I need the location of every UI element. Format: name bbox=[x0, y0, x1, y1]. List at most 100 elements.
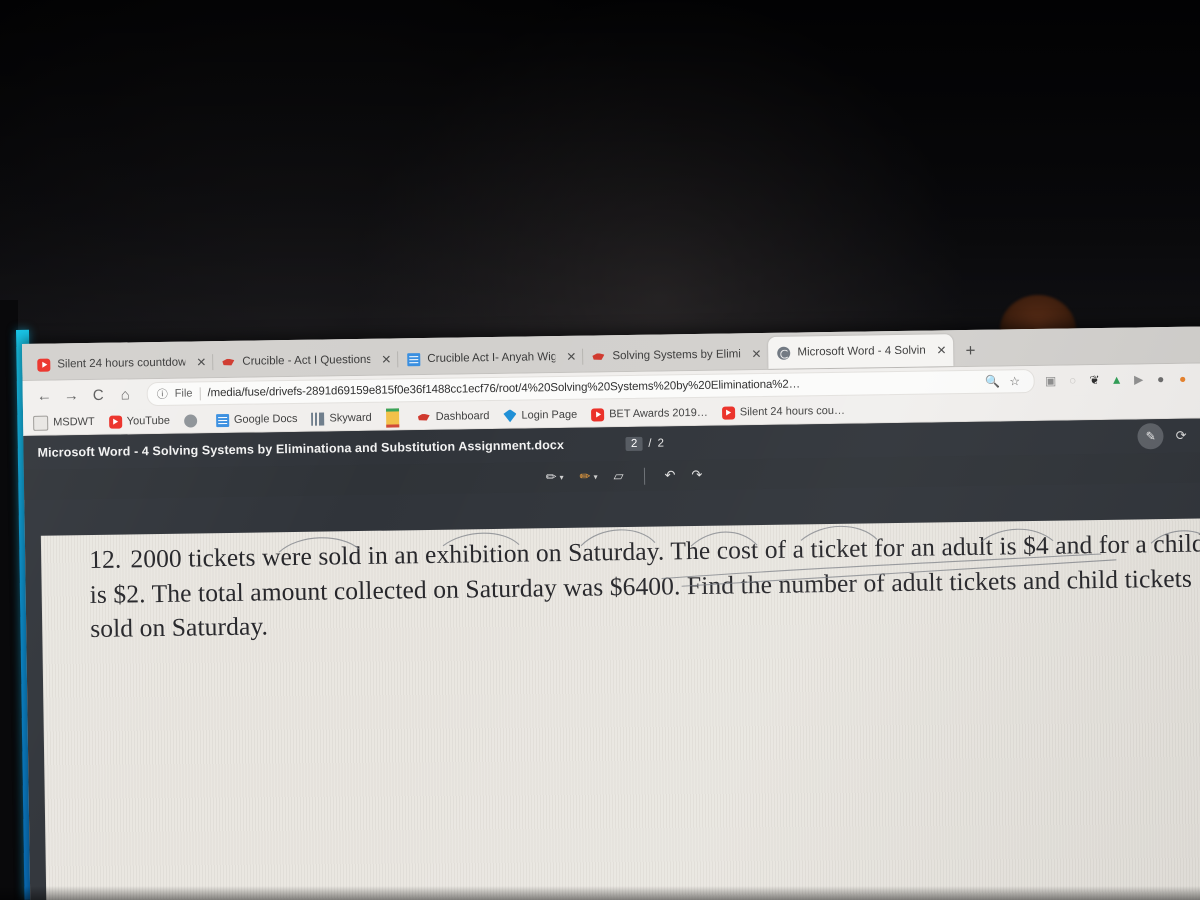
bookmark-label: YouTube bbox=[126, 414, 171, 428]
clever-icon bbox=[503, 409, 516, 422]
bookmark-silent-24-hours[interactable]: Silent 24 hours cou… bbox=[721, 404, 846, 420]
document-page[interactable]: 12. 2000 tickets were sold in an exhibiti… bbox=[40, 518, 1200, 900]
laptop-bezel-dark-edge bbox=[0, 300, 18, 900]
youtube-icon bbox=[108, 415, 122, 429]
tab-close-icon[interactable]: ✕ bbox=[936, 343, 946, 357]
bookmark-globe[interactable] bbox=[183, 413, 202, 428]
document-viewer: Microsoft Word - 4 Solving Systems by El… bbox=[23, 418, 1200, 900]
google-drive-icon[interactable]: ▲ bbox=[1107, 373, 1127, 387]
bookmark-dashboard[interactable]: Dashboard bbox=[418, 410, 490, 424]
page-indicator: 2 / 2 bbox=[625, 436, 665, 452]
quizizz-icon bbox=[222, 355, 235, 368]
laptop-screen: Silent 24 hours countdown tim ✕ Crucible… bbox=[22, 326, 1200, 900]
undo-icon: ↶ bbox=[664, 467, 676, 483]
omnibox-actions: 🔍 ☆ bbox=[977, 374, 1025, 389]
url-text: /media/fuse/drivefs-2891d69159e815f0e36f… bbox=[207, 378, 801, 400]
ixl-icon bbox=[385, 407, 399, 428]
cloud-outline-extension-icon[interactable]: ○ bbox=[1063, 373, 1083, 387]
bookmark-label: Login Page bbox=[521, 408, 578, 422]
bookmark-youtube[interactable]: YouTube bbox=[108, 414, 171, 429]
tab-title: Solving Systems by Elimination bbox=[612, 348, 741, 363]
highlighter-tool[interactable]: ✏ ▾ bbox=[580, 468, 598, 484]
undo-button[interactable]: ↶ bbox=[664, 467, 675, 483]
youtube-icon bbox=[37, 358, 51, 372]
photo-of-laptop-screen: Silent 24 hours countdown tim ✕ Crucible… bbox=[0, 0, 1200, 900]
tab-close-icon[interactable]: ✕ bbox=[751, 347, 761, 361]
redo-button[interactable]: ↷ bbox=[691, 467, 702, 483]
page-info-icon[interactable]: ⓘ bbox=[157, 386, 168, 402]
pen-icon: ✏ bbox=[545, 469, 557, 485]
pen-tool[interactable]: ✏ ▾ bbox=[546, 469, 564, 485]
profile-avatar-extension-icon[interactable]: ▣ bbox=[1041, 374, 1061, 388]
dark-square-extension-icon[interactable]: ■ bbox=[1195, 371, 1200, 385]
forward-icon[interactable]: → bbox=[58, 387, 85, 404]
highlighter-icon: ✏ bbox=[579, 468, 591, 484]
bookmark-msdwt[interactable]: MSDWT bbox=[33, 414, 95, 431]
reload-icon[interactable]: C bbox=[85, 386, 112, 403]
google-docs-icon bbox=[407, 352, 421, 366]
document-title: Microsoft Word - 4 Solving Systems by El… bbox=[37, 437, 565, 460]
tab-crucible-act-i-questions[interactable]: Crucible - Act I Questions ✕ bbox=[213, 344, 399, 377]
bookmark-skyward[interactable]: Skyward bbox=[311, 411, 372, 426]
viewer-action-buttons: ✎ ⟳ ⬇ bbox=[1137, 422, 1200, 450]
new-tab-button[interactable]: + bbox=[953, 336, 987, 367]
omnibox-divider bbox=[199, 386, 201, 400]
annotate-button[interactable]: ✎ bbox=[1137, 423, 1164, 450]
tab-silent-countdown[interactable]: Silent 24 hours countdown tim ✕ bbox=[28, 347, 214, 380]
youtube-icon bbox=[721, 405, 735, 420]
youtube-icon bbox=[591, 407, 605, 422]
bookmark-label: Silent 24 hours cou… bbox=[739, 404, 846, 419]
question-text: 2000 tickets were sold in an exhibition … bbox=[89, 528, 1200, 644]
bookmark-label: MSDWT bbox=[53, 415, 95, 429]
skyward-icon bbox=[311, 412, 325, 426]
quizizz-icon bbox=[418, 410, 431, 423]
bookmark-label: Google Docs bbox=[233, 412, 298, 426]
bookmark-label: Skyward bbox=[329, 411, 372, 425]
tab-solving-systems-by-elimination[interactable]: Solving Systems by Elimination ✕ bbox=[583, 339, 768, 372]
tab-title: Crucible Act I- Anyah Wiggins bbox=[427, 351, 556, 365]
bookmark-label: BET Awards 2019… bbox=[609, 406, 708, 421]
redo-icon: ↷ bbox=[691, 466, 703, 483]
google-docs-icon bbox=[215, 413, 230, 427]
toolbar-divider bbox=[643, 467, 645, 485]
tab-title: Silent 24 hours countdown tim bbox=[57, 356, 186, 371]
tab-crucible-act-i-anyah-wiggins[interactable]: Crucible Act I- Anyah Wiggins ✕ bbox=[398, 342, 584, 375]
bookmark-google-docs[interactable]: Google Docs bbox=[215, 412, 298, 427]
globe-icon bbox=[183, 413, 198, 428]
tab-microsoft-word-viewer[interactable]: Microsoft Word - 4 Solving Sys ✕ bbox=[768, 334, 954, 369]
home-icon[interactable]: ⌂ bbox=[112, 386, 139, 403]
quizizz-icon bbox=[592, 350, 605, 363]
back-icon[interactable]: ← bbox=[31, 387, 58, 404]
bookmark-bet-awards[interactable]: BET Awards 2019… bbox=[591, 406, 708, 422]
colored-extension-icon[interactable]: ● bbox=[1173, 372, 1193, 386]
current-page-input[interactable]: 2 bbox=[625, 436, 643, 452]
screencast-extension-icon[interactable]: ▶ bbox=[1129, 372, 1149, 386]
ambient-room-glow bbox=[0, 0, 1200, 360]
eraser-icon: ▱ bbox=[613, 468, 624, 484]
chevron-down-icon[interactable]: ▾ bbox=[593, 472, 597, 481]
folder-icon bbox=[33, 415, 49, 431]
microsoft-word-viewer-icon bbox=[777, 346, 791, 360]
tab-title: Microsoft Word - 4 Solving Sys bbox=[797, 344, 926, 359]
bookmark-star-icon[interactable]: ☆ bbox=[1005, 374, 1025, 388]
tab-close-icon[interactable]: ✕ bbox=[196, 355, 206, 369]
bookmark-login-page[interactable]: Login Page bbox=[503, 408, 577, 422]
tab-close-icon[interactable]: ✕ bbox=[381, 353, 391, 367]
rotate-button[interactable]: ⟳ bbox=[1176, 428, 1187, 444]
url-scheme-label: File bbox=[174, 387, 193, 400]
eraser-tool[interactable]: ▱ bbox=[613, 468, 623, 484]
search-icon[interactable]: 🔍 bbox=[983, 374, 1003, 388]
chevron-down-icon[interactable]: ▾ bbox=[560, 472, 564, 481]
dark-background-band bbox=[0, 0, 1200, 340]
question-block: 12. 2000 tickets were sold in an exhibiti… bbox=[89, 526, 1200, 647]
bookmark-ixl[interactable] bbox=[385, 407, 404, 428]
page-separator: / bbox=[648, 437, 652, 450]
tab-title: Crucible - Act I Questions bbox=[242, 353, 371, 368]
extension-toolbar: ▣ ○ ❦ ▲ ▶ ● ● ■ bbox=[1035, 371, 1200, 388]
dog-extension-icon[interactable]: ❦ bbox=[1085, 373, 1105, 387]
total-pages: 2 bbox=[657, 437, 665, 450]
tab-close-icon[interactable]: ✕ bbox=[566, 350, 576, 364]
bookmark-label: Dashboard bbox=[435, 410, 490, 423]
clock-extension-icon[interactable]: ● bbox=[1151, 372, 1171, 386]
question-number: 12. bbox=[88, 544, 122, 575]
